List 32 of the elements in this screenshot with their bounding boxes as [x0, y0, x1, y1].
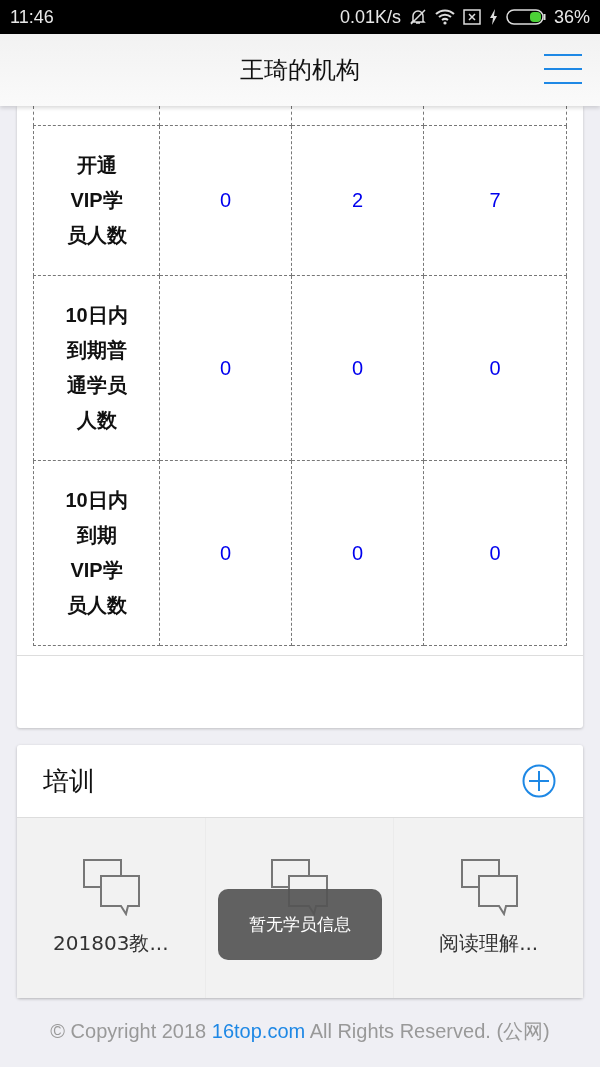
count-value: 0: [219, 189, 232, 211]
charging-bolt-icon: [488, 9, 498, 25]
count-value: 0: [219, 541, 232, 564]
count-value: 0: [351, 541, 364, 564]
row-label: 10日内到期VIP学员人数: [64, 488, 129, 618]
count-value: 2: [351, 189, 364, 211]
page-title: 王琦的机构: [240, 55, 360, 86]
battery-percent: 36%: [553, 6, 590, 28]
chat-bubbles-icon: [459, 858, 518, 916]
add-button[interactable]: [522, 764, 556, 798]
row-label: 开通VIP学员人数: [65, 153, 128, 248]
toast-message: 暂无学员信息: [218, 889, 382, 960]
count-value: 0: [489, 356, 501, 379]
section-title: 培训: [43, 764, 95, 798]
network-speed: 0.01K/s: [339, 6, 401, 28]
count-value: 0: [219, 356, 232, 379]
wifi-icon: [434, 9, 455, 25]
training-name: 阅读理解...: [439, 930, 539, 957]
chat-bubbles-icon: [81, 858, 140, 916]
count-value: 7: [489, 189, 501, 211]
muted-bell-icon: [408, 8, 427, 26]
count-value: 0: [351, 356, 364, 379]
training-name: 201803教...: [53, 930, 169, 957]
row-label: 10日内到期普通学员人数: [64, 303, 129, 433]
training-tile[interactable]: 201803教...: [17, 818, 206, 998]
menu-button[interactable]: [544, 54, 582, 84]
battery-icon: [505, 9, 546, 25]
clock-time: 11:46: [10, 6, 54, 28]
training-tile[interactable]: 阅读理解...: [394, 818, 583, 998]
no-sim-icon: [462, 9, 481, 25]
copyright-text: © Copyright 2018 16top.com All Rights Reserved. (公网): [50, 1019, 550, 1044]
count-value: 0: [489, 541, 501, 564]
